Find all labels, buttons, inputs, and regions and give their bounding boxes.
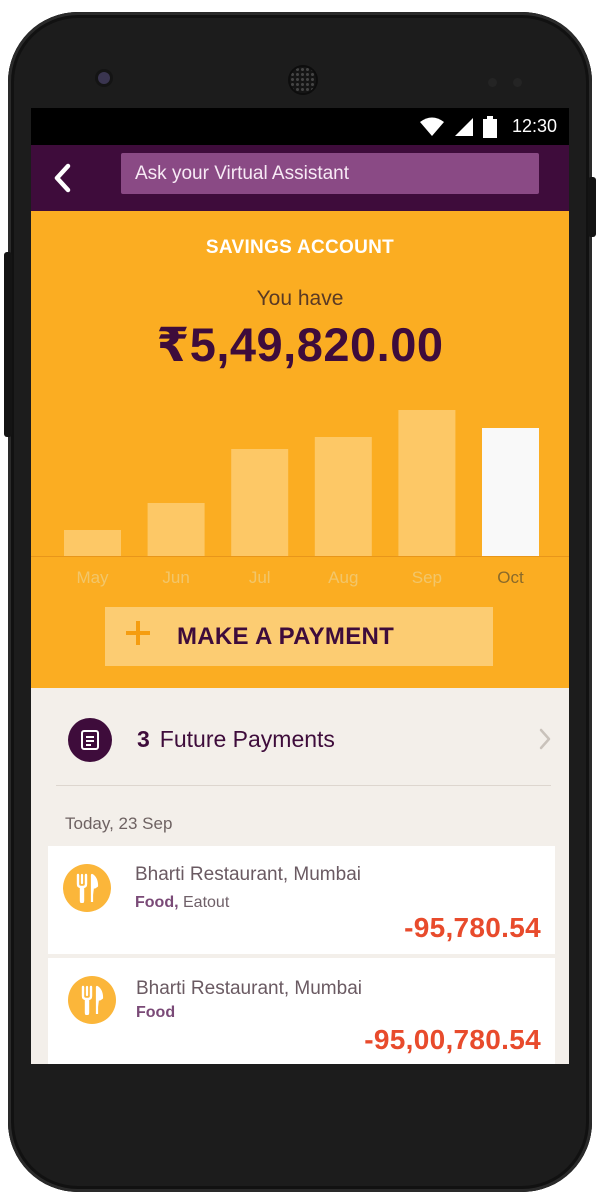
chart-month-label: Jun xyxy=(162,568,189,587)
document-icon xyxy=(68,718,112,762)
screen: 12:30 Ask your Virtual Assistant SAVINGS… xyxy=(31,108,569,1064)
transaction-item[interactable]: Bharti Restaurant, Mumbai Food -95,00,78… xyxy=(48,958,555,1064)
chart-month-label: Jul xyxy=(249,568,271,587)
plus-icon xyxy=(125,620,151,646)
chart-bar-jun[interactable] xyxy=(147,503,205,556)
battery-icon xyxy=(482,115,497,138)
transaction-category-main: Food xyxy=(136,1004,176,1021)
virtual-assistant-input[interactable]: Ask your Virtual Assistant xyxy=(121,153,539,194)
chart-month-label: Oct xyxy=(497,568,524,587)
transaction-subcategory: Eatout xyxy=(183,894,230,911)
status-time: 12:30 xyxy=(511,116,557,136)
account-summary: SAVINGS ACCOUNT You have ₹5,49,820.00 Ma… xyxy=(31,211,569,688)
proximity-sensor xyxy=(488,78,497,87)
chart-bar-aug[interactable] xyxy=(314,437,372,556)
chart-bar-oct[interactable] xyxy=(482,428,539,556)
make-payment-label: MAKE A PAYMENT xyxy=(177,623,395,650)
chevron-right-icon xyxy=(539,728,551,750)
fork-knife-icon xyxy=(68,976,116,1024)
chart-month-label: Aug xyxy=(328,568,358,587)
light-sensor xyxy=(513,78,522,87)
transaction-merchant: Bharti Restaurant, Mumbai xyxy=(135,864,361,885)
chart-bar-may[interactable] xyxy=(64,530,121,556)
transaction-category: Food, Eatout xyxy=(135,894,229,912)
chart-month-label: Sep xyxy=(412,568,442,587)
transaction-category: Food xyxy=(136,1004,175,1022)
transaction-item[interactable]: Bharti Restaurant, Mumbai Food, Eatout -… xyxy=(48,846,555,954)
earpiece-speaker xyxy=(290,67,316,93)
front-camera xyxy=(98,72,110,84)
status-bar: 12:30 xyxy=(31,108,569,145)
power-button xyxy=(588,177,596,237)
future-payments-row[interactable]: 3 Future Payments xyxy=(31,688,569,786)
back-button[interactable] xyxy=(41,157,83,199)
chart-month-label: May xyxy=(76,568,109,587)
transaction-category-main: Food, xyxy=(135,894,179,911)
future-payments-label: Future Payments xyxy=(159,726,335,752)
future-payments-text: 3 Future Payments xyxy=(137,726,335,753)
back-arrow-icon xyxy=(54,163,71,193)
signal-icon xyxy=(454,117,473,136)
transaction-amount: -95,00,780.54 xyxy=(364,1024,541,1055)
future-payments-count: 3 xyxy=(137,726,150,752)
app-bar: Ask your Virtual Assistant xyxy=(31,145,569,211)
transactions-date: Today, 23 Sep xyxy=(65,814,173,833)
virtual-assistant-placeholder: Ask your Virtual Assistant xyxy=(135,162,350,184)
divider xyxy=(56,785,551,786)
transaction-amount: -95,780.54 xyxy=(404,912,541,943)
transaction-merchant: Bharti Restaurant, Mumbai xyxy=(136,978,362,999)
fork-knife-icon xyxy=(63,864,111,912)
wifi-icon xyxy=(419,117,444,136)
chart-bar-sep[interactable] xyxy=(398,410,456,556)
volume-button xyxy=(4,252,12,437)
make-payment-button[interactable]: MAKE A PAYMENT xyxy=(105,607,493,666)
chart-bar-jul[interactable] xyxy=(231,449,289,556)
